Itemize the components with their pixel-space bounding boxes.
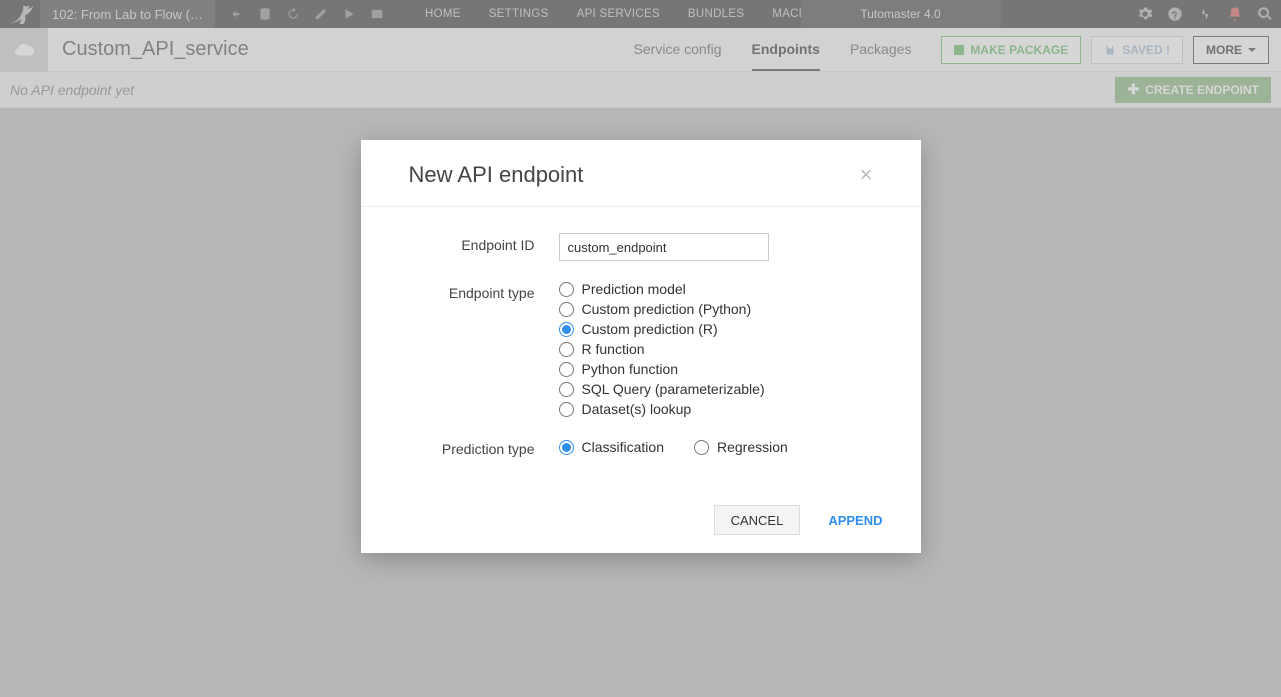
pred-radio[interactable] xyxy=(694,440,709,455)
type-radio[interactable] xyxy=(559,362,574,377)
modal-title: New API endpoint xyxy=(409,162,584,188)
type-radio[interactable] xyxy=(559,402,574,417)
type-option[interactable]: Prediction model xyxy=(559,281,873,297)
type-radio[interactable] xyxy=(559,382,574,397)
type-option[interactable]: Python function xyxy=(559,361,873,377)
type-radio[interactable] xyxy=(559,322,574,337)
pred-option[interactable]: Regression xyxy=(694,437,788,457)
new-endpoint-modal: New API endpoint × Endpoint ID Endpoint … xyxy=(361,140,921,553)
prediction-type-label: Prediction type xyxy=(409,437,559,457)
type-option[interactable]: R function xyxy=(559,341,873,357)
type-option[interactable]: Dataset(s) lookup xyxy=(559,401,873,417)
endpoint-id-input[interactable] xyxy=(559,233,769,261)
type-option[interactable]: Custom prediction (Python) xyxy=(559,301,873,317)
type-radio[interactable] xyxy=(559,342,574,357)
append-button[interactable]: APPEND xyxy=(814,505,896,535)
endpoint-id-label: Endpoint ID xyxy=(409,233,559,261)
cancel-button[interactable]: CANCEL xyxy=(714,505,801,535)
type-radio[interactable] xyxy=(559,282,574,297)
type-option[interactable]: Custom prediction (R) xyxy=(559,321,873,337)
modal-overlay: New API endpoint × Endpoint ID Endpoint … xyxy=(0,0,1281,697)
type-radio[interactable] xyxy=(559,302,574,317)
type-option[interactable]: SQL Query (parameterizable) xyxy=(559,381,873,397)
close-icon[interactable]: × xyxy=(860,164,873,186)
endpoint-type-label: Endpoint type xyxy=(409,281,559,417)
pred-option[interactable]: Classification xyxy=(559,437,664,457)
pred-radio[interactable] xyxy=(559,440,574,455)
